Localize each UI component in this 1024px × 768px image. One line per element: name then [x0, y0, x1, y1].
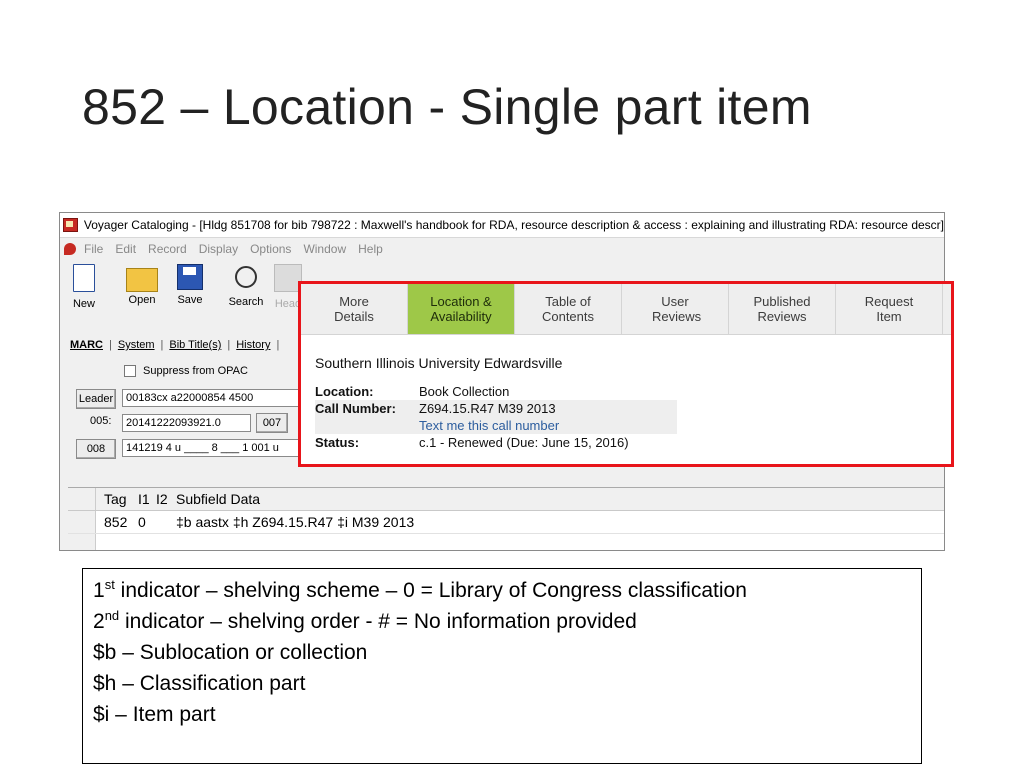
- tab-request-item[interactable]: Request Item: [836, 284, 943, 334]
- app-icon: [63, 218, 78, 232]
- window-title: Voyager Cataloging - [Hldg 851708 for bi…: [83, 218, 944, 232]
- f005-field[interactable]: 20141222093921.0: [122, 414, 251, 432]
- note-1-superscript: st: [104, 577, 115, 592]
- note-1-text: indicator – shelving scheme – 0 = Librar…: [114, 579, 747, 602]
- note-line-4: $h – Classification part: [93, 672, 306, 695]
- suppress-checkbox[interactable]: [124, 365, 136, 377]
- note-2-superscript: nd: [104, 608, 120, 623]
- location-availability-popup: More Details Location & Availability Tab…: [298, 281, 954, 467]
- new-button[interactable]: New: [62, 260, 106, 310]
- status-row: Status: c.1 - Renewed (Due: June 15, 201…: [315, 434, 677, 451]
- note-line-5: $i – Item part: [93, 703, 216, 726]
- tab-separator: |: [276, 339, 280, 351]
- save-label: Save: [177, 294, 203, 306]
- col-tag: Tag: [104, 491, 127, 507]
- popup-tabs: More Details Location & Availability Tab…: [301, 284, 951, 335]
- tab-bib-titles[interactable]: Bib Title(s): [169, 339, 221, 351]
- text-call-number-link[interactable]: Text me this call number: [419, 418, 559, 433]
- save-button[interactable]: Save: [168, 260, 212, 306]
- cell-i1[interactable]: 0: [138, 514, 156, 530]
- voyager-logo-icon: [64, 243, 76, 255]
- table-row[interactable]: [68, 534, 944, 550]
- status-value: c.1 - Renewed (Due: June 15, 2016): [419, 435, 629, 450]
- search-button[interactable]: Search: [224, 260, 268, 308]
- col-subfield: Subfield Data: [176, 491, 261, 507]
- f007-button[interactable]: 007: [256, 413, 288, 433]
- marc-field-grid: Tag I1 I2 Subfield Data 852 0 ‡b aastx ‡…: [68, 487, 944, 550]
- menu-record[interactable]: Record: [148, 242, 187, 256]
- tab-history[interactable]: History: [236, 339, 270, 351]
- row-gutter: [68, 488, 96, 510]
- row-gutter: [68, 511, 96, 533]
- note-line-1: 1st indicator – shelving scheme – 0 = Li…: [93, 575, 911, 606]
- new-label: New: [72, 298, 95, 310]
- record-subtabs: MARC | System | Bib Title(s) | History |: [60, 333, 300, 357]
- open-button[interactable]: Open: [120, 260, 164, 306]
- window-titlebar: Voyager Cataloging - [Hldg 851708 for bi…: [60, 213, 944, 238]
- cell-subfield[interactable]: ‡b aastx ‡h Z694.15.R47 ‡i M39 2013: [174, 514, 414, 530]
- tab-table-of-contents[interactable]: Table of Contents: [515, 284, 622, 334]
- folder-icon: [126, 268, 158, 292]
- leader-field[interactable]: 00183cx a22000854 4500: [122, 389, 303, 407]
- note-line-3: $b – Sublocation or collection: [93, 641, 368, 664]
- open-label: Open: [128, 294, 156, 306]
- location-row: Location: Book Collection: [315, 383, 677, 400]
- call-number-value: Z694.15.R47 M39 2013: [419, 401, 556, 416]
- new-document-icon: [73, 264, 95, 292]
- search-label: Search: [228, 296, 264, 308]
- suppress-opac[interactable]: Suppress from OPAC: [124, 365, 248, 377]
- grid-header: Tag I1 I2 Subfield Data: [68, 488, 944, 511]
- note-2-number: 2: [93, 610, 105, 633]
- popup-body: Southern Illinois University Edwardsvill…: [301, 335, 951, 471]
- tab-system[interactable]: System: [118, 339, 155, 351]
- suppress-label: Suppress from OPAC: [143, 365, 248, 377]
- leader-button[interactable]: Leader: [76, 389, 116, 409]
- tab-separator: |: [109, 339, 112, 351]
- location-label: Location:: [315, 384, 374, 399]
- menu-file[interactable]: File: [84, 242, 103, 256]
- table-row[interactable]: 852 0 ‡b aastx ‡h Z694.15.R47 ‡i M39 201…: [68, 511, 944, 534]
- menu-edit[interactable]: Edit: [115, 242, 136, 256]
- f008-field[interactable]: 141219 4 u ____ 8 ___ 1 001 u: [122, 439, 303, 457]
- record-panel: MARC | System | Bib Title(s) | History |…: [60, 333, 303, 493]
- f005-label: 005:: [90, 415, 112, 427]
- notes-box: 1st indicator – shelving scheme – 0 = Li…: [82, 568, 922, 764]
- note-2-text: indicator – shelving order - # = No info…: [119, 610, 637, 633]
- menu-bar: File Edit Record Display Options Window …: [60, 238, 944, 260]
- text-link-row: Text me this call number: [315, 417, 677, 434]
- col-i2: I2: [156, 491, 168, 507]
- note-line-2: 2nd indicator – shelving order - # = No …: [93, 606, 911, 637]
- tab-user-reviews[interactable]: User Reviews: [622, 284, 729, 334]
- floppy-disk-icon: [177, 264, 203, 290]
- tab-published-reviews[interactable]: Published Reviews: [729, 284, 836, 334]
- note-1-number: 1: [93, 579, 105, 602]
- slide-title: 852 – Location - Single part item: [82, 79, 812, 135]
- location-value: Book Collection: [419, 384, 510, 399]
- holding-info: Location: Book Collection Call Number: Z…: [315, 383, 677, 451]
- menu-display[interactable]: Display: [199, 242, 238, 256]
- search-icon: [235, 266, 257, 288]
- tab-location-availability[interactable]: Location & Availability: [408, 284, 515, 334]
- status-label: Status:: [315, 435, 360, 450]
- call-number-row: Call Number: Z694.15.R47 M39 2013: [315, 400, 677, 417]
- row-gutter: [68, 534, 96, 550]
- tab-separator: |: [160, 339, 164, 351]
- menu-help[interactable]: Help: [358, 242, 383, 256]
- f008-button[interactable]: 008: [76, 439, 116, 459]
- menu-window[interactable]: Window: [303, 242, 346, 256]
- menu-options[interactable]: Options: [250, 242, 291, 256]
- tab-marc[interactable]: MARC: [70, 339, 103, 351]
- tab-separator: |: [227, 339, 231, 351]
- cell-tag[interactable]: 852: [96, 514, 138, 530]
- col-i1: I1: [138, 491, 150, 507]
- call-number-label: Call Number:: [315, 401, 396, 416]
- institution-name: Southern Illinois University Edwardsvill…: [315, 355, 563, 371]
- tab-more-details[interactable]: More Details: [301, 284, 408, 334]
